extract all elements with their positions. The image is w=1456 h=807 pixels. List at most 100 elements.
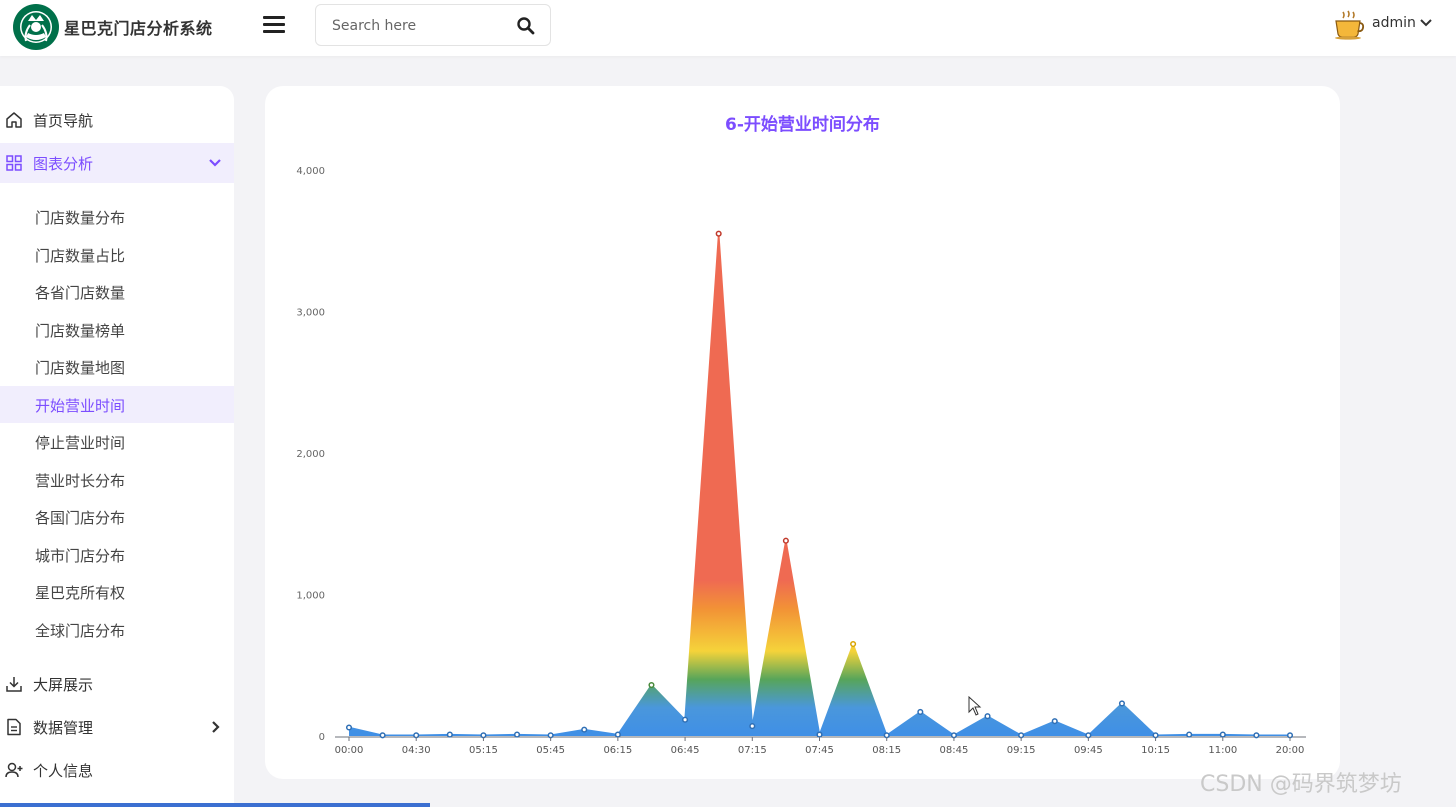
sidebar-subitem[interactable]: 门店数量地图 (0, 348, 234, 385)
sidebar-item-home[interactable]: 首页导航 (0, 100, 234, 140)
search-box (315, 4, 551, 46)
sidebar-subitem-label: 门店数量分布 (35, 209, 126, 227)
chevron-down-icon (209, 159, 221, 167)
sidebar-subitem[interactable]: 开始营业时间 (0, 385, 234, 423)
data-point (950, 732, 957, 739)
x-tick-label: 10:15 (1141, 745, 1170, 756)
sidebar-subitem[interactable]: 各国门店分布 (0, 498, 234, 535)
sidebar-subitem[interactable]: 星巴克所有权 (0, 573, 234, 610)
grid-icon (6, 155, 22, 171)
sidebar-subitem[interactable]: 城市门店分布 (0, 536, 234, 573)
sidebar-subitem-label: 全球门店分布 (35, 621, 126, 640)
sidebar-subitem-label: 停止营业时间 (35, 434, 126, 452)
data-point (1018, 732, 1025, 739)
series-line (348, 233, 1290, 738)
data-point (984, 713, 991, 720)
data-point (413, 732, 420, 739)
starbucks-logo[interactable] (12, 3, 60, 51)
x-tick-label: 06:45 (671, 745, 700, 756)
sidebar-subitem-label: 门店数量榜单 (35, 321, 126, 340)
sidebar-subitem-label: 门店数量占比 (35, 246, 126, 265)
document-icon (7, 718, 21, 736)
x-tick-label: 09:15 (1007, 745, 1036, 756)
data-point (1118, 700, 1126, 707)
x-tick-label: 08:45 (940, 745, 969, 756)
user-name: admin (1372, 15, 1416, 31)
search-input[interactable] (332, 15, 512, 37)
chevron-right-icon (212, 721, 220, 733)
sidebar-subitem-label: 营业时长分布 (35, 471, 126, 490)
top-header: 星巴克门店分析系统 admin (0, 0, 1456, 56)
sidebar-subitem[interactable]: 门店数量榜单 (0, 311, 234, 348)
data-point (1186, 731, 1193, 738)
sidebar-subitem-label: 各省门店数量 (35, 284, 126, 302)
sidebar-item-label: 首页导航 (33, 112, 94, 130)
data-point (648, 682, 655, 689)
sidebar-subitem[interactable]: 停止营业时间 (0, 423, 234, 460)
data-point (1152, 732, 1159, 739)
sidebar-subitem-label: 星巴克所有权 (35, 584, 126, 602)
data-point (1085, 732, 1092, 739)
sidebar-item-charts[interactable]: 图表分析 (0, 143, 234, 183)
data-point (883, 732, 890, 739)
sidebar-item-label: 大屏展示 (33, 676, 94, 694)
home-icon (6, 112, 22, 128)
sidebar-subitem-label: 开始营业时间 (35, 396, 126, 415)
data-point (581, 726, 588, 733)
sidebar-subitem[interactable]: 营业时长分布 (0, 461, 234, 498)
data-point (782, 537, 789, 544)
data-point (749, 723, 756, 730)
data-point (547, 732, 554, 739)
sidebar-subitem[interactable]: 全球门店分布 (0, 611, 234, 648)
user-menu[interactable]: admin (1333, 10, 1443, 42)
data-point (1253, 732, 1260, 739)
data-point (614, 731, 621, 738)
data-point (682, 716, 689, 723)
x-tick-label: 00:00 (335, 745, 364, 756)
y-tick-label: 3,000 (296, 308, 325, 319)
sidebar-subitem[interactable]: 门店数量分布 (0, 198, 234, 235)
sidebar-item-label: 个人信息 (33, 762, 94, 780)
y-tick-label: 1,000 (296, 591, 325, 602)
download-icon (6, 677, 22, 692)
user-add-icon (5, 762, 23, 778)
data-point (446, 731, 453, 738)
start-time-area-chart: 0 1,000 2,000 3,000 4,000 00:00 04:30 05:15 05:4… (296, 166, 1306, 756)
data-point (715, 230, 722, 237)
search-icon[interactable] (516, 16, 536, 36)
sidebar: 首页导航 图表分析 门店数量分布 门店数量占比 各省门店数量 门店数量榜单 门店数量地图… (0, 86, 234, 807)
x-tick-label: 11:00 (1208, 745, 1237, 756)
x-tick-label: 09:45 (1074, 745, 1103, 756)
sidebar-item-data-management[interactable]: 数据管理 (0, 707, 234, 747)
x-tick-label: 08:15 (872, 745, 901, 756)
sidebar-item-label: 数据管理 (33, 719, 94, 737)
menu-toggle-icon[interactable] (263, 16, 285, 34)
x-tick-label: 06:15 (603, 745, 632, 756)
area-fill (349, 233, 1290, 737)
sidebar-item-label: 图表分析 (33, 155, 94, 173)
coffee-cup-icon (1335, 10, 1365, 40)
y-tick-label: 4,000 (296, 166, 325, 177)
data-point (345, 724, 353, 731)
data-point (1219, 731, 1226, 738)
x-tick-label: 04:30 (402, 745, 431, 756)
sidebar-subitem[interactable]: 门店数量占比 (0, 236, 234, 273)
x-tick-label: 07:15 (738, 745, 767, 756)
x-tick-label: 05:15 (469, 745, 498, 756)
watermark: CSDN @码界筑梦坊 (1200, 772, 1402, 797)
data-point (917, 708, 924, 715)
data-point (850, 640, 857, 648)
sidebar-subitem-label: 城市门店分布 (35, 546, 126, 565)
x-tick-label: 07:45 (805, 745, 834, 756)
sidebar-item-dashboard[interactable]: 大屏展示 (0, 664, 234, 704)
app-title: 星巴克门店分析系统 (64, 19, 213, 38)
x-tick-label: 20:00 (1276, 745, 1305, 756)
sidebar-item-profile[interactable]: 个人信息 (0, 750, 234, 790)
sidebar-subitem[interactable]: 各省门店数量 (0, 273, 234, 310)
chevron-down-icon (1420, 19, 1432, 27)
data-point (480, 732, 487, 739)
sidebar-subitem-label: 门店数量地图 (35, 359, 126, 377)
x-tick-label: 05:45 (536, 745, 565, 756)
y-tick-label: 2,000 (296, 449, 325, 460)
data-point (1286, 732, 1294, 739)
